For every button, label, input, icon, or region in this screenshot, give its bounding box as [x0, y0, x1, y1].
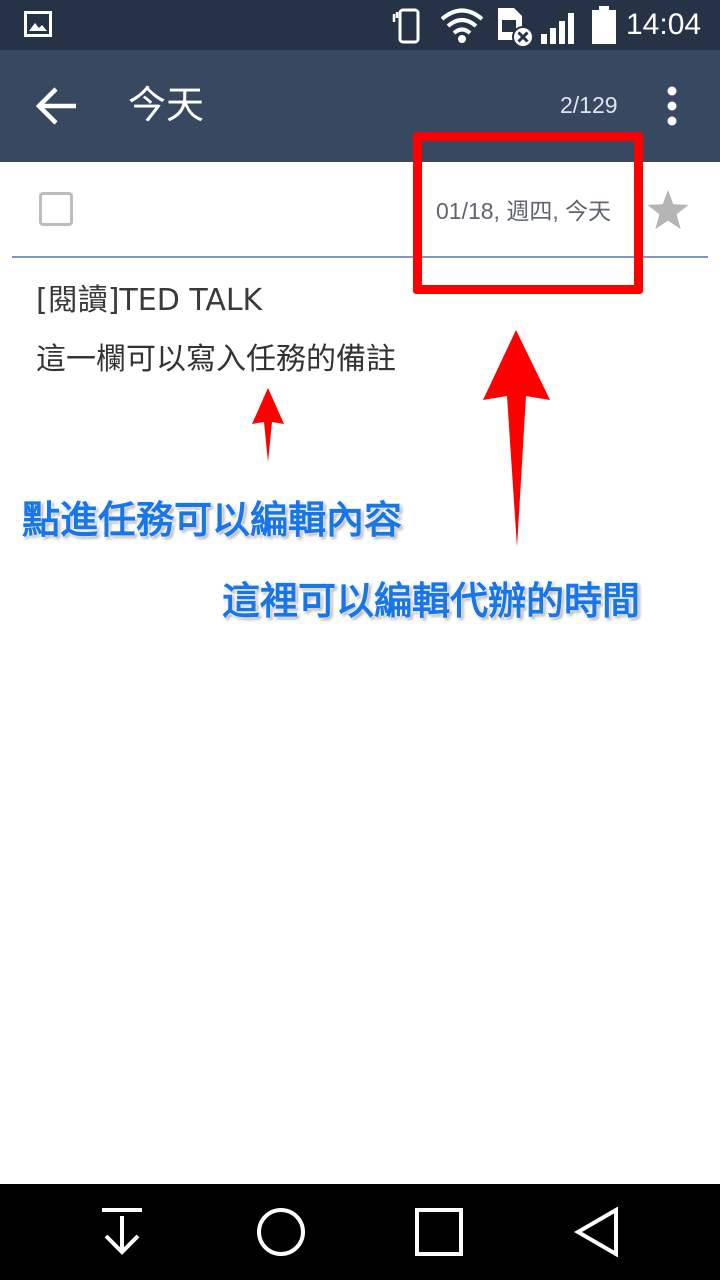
annotation-edit-time: 這裡可以編輯代辦的時間: [222, 579, 641, 623]
back-triangle-icon[interactable]: [568, 1202, 628, 1262]
home-icon[interactable]: [251, 1202, 311, 1262]
time-arrow: [483, 330, 550, 547]
navigation-bar: [0, 1184, 720, 1280]
download-icon[interactable]: [92, 1202, 152, 1262]
annotation-edit-content: 點進任務可以編輯內容: [22, 498, 403, 542]
recents-icon[interactable]: [409, 1202, 469, 1262]
annotation-arrows: [252, 330, 550, 547]
content-arrow: [252, 388, 284, 462]
